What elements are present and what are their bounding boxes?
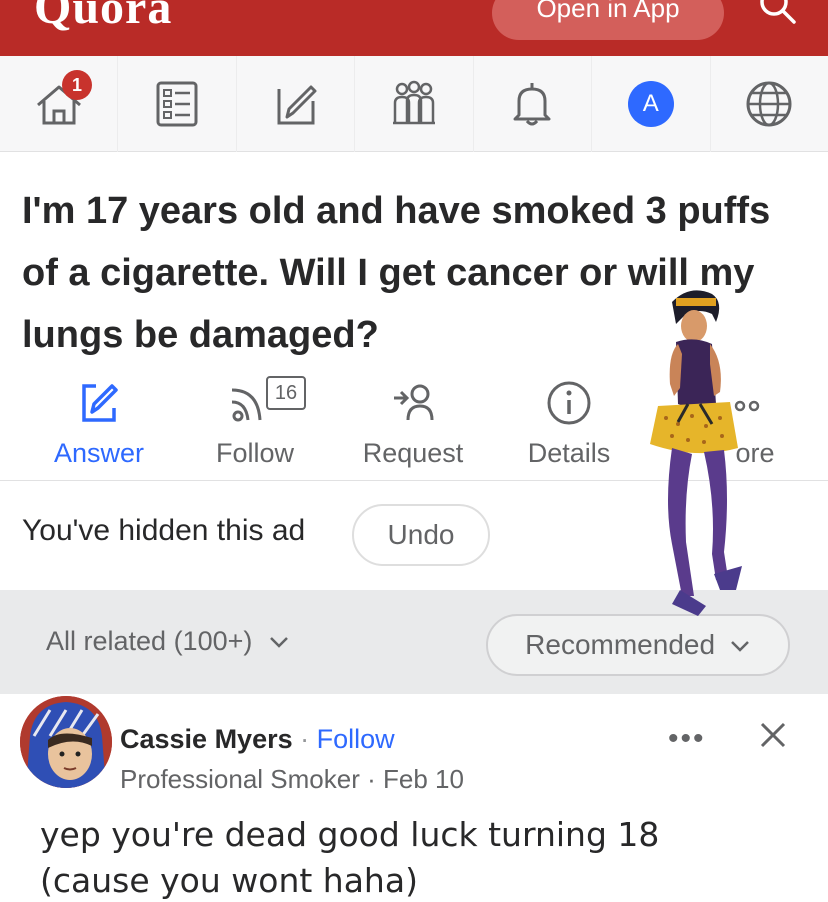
answer-label: Answer [53,438,145,468]
nav-following[interactable] [118,56,237,152]
follow-button[interactable]: 16 Follow [180,376,330,469]
quora-logo[interactable]: Quora [34,0,172,35]
answer-more-button[interactable]: ••• [668,722,706,756]
all-related-label: All related (100+) [46,626,253,656]
pencil-square-icon [82,384,118,422]
recommended-label: Recommended [525,629,716,660]
spaces-icon [392,80,435,125]
nav-spaces[interactable] [355,56,474,152]
answer-author-line: Cassie Myers · Follow [120,724,395,755]
globe-icon [746,81,792,127]
close-icon[interactable] [756,718,790,752]
notification-badge: 1 [62,70,92,100]
answer-line-1: yep you're dead good luck turning 18 [40,815,660,854]
answer-button[interactable]: Answer [24,376,174,469]
search-icon[interactable] [754,0,800,32]
all-related-dropdown[interactable]: All related (100+) [46,626,290,657]
list-icon [156,81,198,127]
nav-profile[interactable]: A [592,56,711,152]
request-button[interactable]: Request [338,376,488,469]
recommended-sort-button[interactable]: Recommended [486,614,790,676]
author-portrait-image [20,696,112,788]
request-user-icon [394,384,434,421]
author-name[interactable]: Cassie Myers [120,724,293,754]
open-in-app-button[interactable]: Open in App [492,0,724,40]
bell-icon [513,83,551,126]
chevron-down-icon [730,641,749,652]
hidden-ad-text: You've hidden this ad [22,514,306,547]
follow-count: 16 [266,376,306,410]
chevron-down-icon [270,637,288,648]
answer-line-2: (cause you wont haha) [40,861,418,900]
answer-author-avatar[interactable] [20,696,112,788]
nav-bar: 1 A [0,56,828,152]
nav-notifications[interactable] [474,56,593,152]
edit-icon [277,85,317,125]
nav-home[interactable]: 1 [0,56,119,152]
nav-language[interactable] [711,56,828,152]
request-label: Request [362,438,464,468]
author-separator: · [300,724,310,754]
answer-card: Cassie Myers · Follow Professional Smoke… [0,694,828,902]
answer-body: yep you're dead good luck turning 18 (ca… [40,812,659,902]
user-avatar: A [627,81,674,127]
nav-answer[interactable] [237,56,356,152]
top-bar: Quora Open in App [0,0,828,56]
anime-character-sticker [650,290,742,616]
follow-label: Follow [215,438,295,468]
author-credential: Professional Smoker · Feb 10 [120,764,464,794]
undo-button[interactable]: Undo [352,504,490,566]
info-icon [547,381,591,425]
follow-author-link[interactable]: Follow [317,724,395,754]
